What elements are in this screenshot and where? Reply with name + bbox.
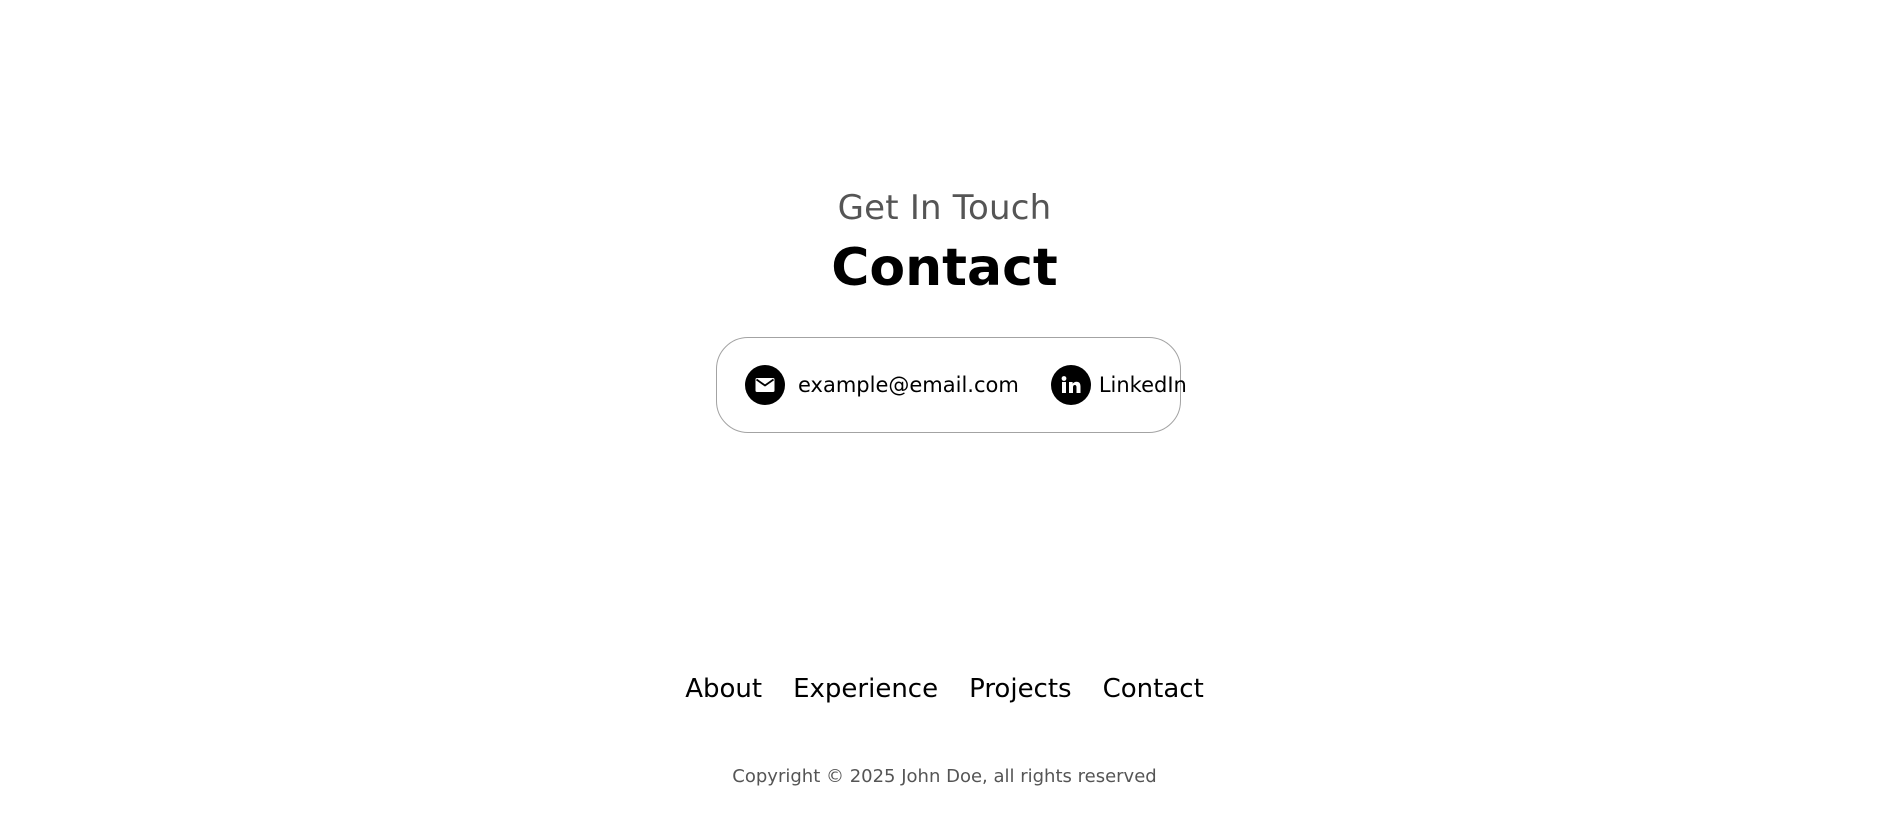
section-eyebrow: Get In Touch: [837, 188, 1052, 228]
linkedin-link[interactable]: LinkedIn: [1050, 365, 1187, 405]
linkedin-label: LinkedIn: [1098, 373, 1187, 397]
footer-nav-about[interactable]: About: [685, 672, 762, 706]
footer-nav: About Experience Projects Contact: [0, 672, 1889, 706]
contact-info-card: example@email.com LinkedIn: [716, 337, 1187, 433]
linkedin-icon: [1050, 365, 1091, 405]
email-address: example@email.com: [798, 373, 1019, 397]
page-title: Contact: [831, 238, 1058, 298]
footer-nav-contact[interactable]: Contact: [1103, 672, 1204, 706]
email-link[interactable]: example@email.com: [745, 365, 1019, 405]
footer-nav-experience[interactable]: Experience: [793, 672, 938, 706]
email-icon: [745, 365, 785, 405]
copyright-text: Copyright © 2025 John Doe, all rights re…: [732, 766, 1157, 787]
footer-nav-projects[interactable]: Projects: [969, 672, 1072, 706]
